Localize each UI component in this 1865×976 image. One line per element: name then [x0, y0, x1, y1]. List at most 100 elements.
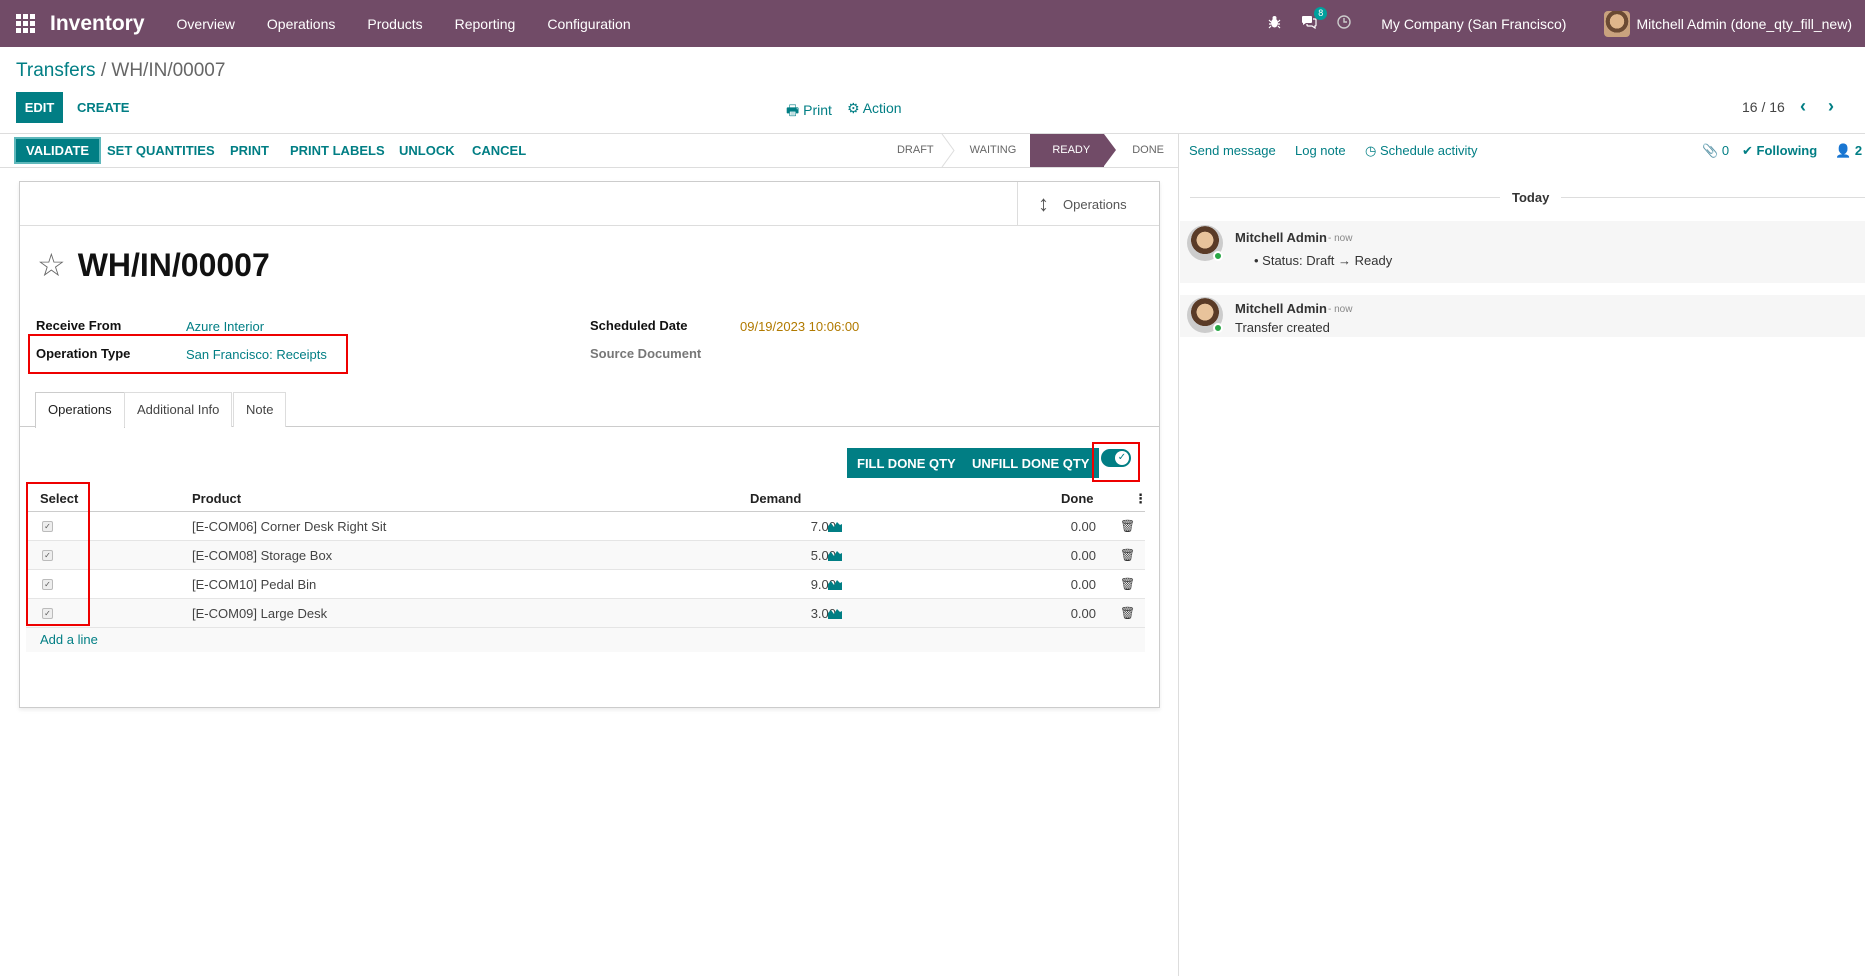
trash-icon[interactable]: 🗑	[1120, 548, 1135, 562]
fill-done-qty-button[interactable]: FILL DONE QTY	[847, 448, 966, 478]
row-demand: 3.00	[810, 606, 836, 621]
bullet: •	[1254, 253, 1263, 268]
table-row[interactable]: ✓ [E-COM10] Pedal Bin 9.00 0.00 🗑	[26, 570, 1145, 599]
stage-done-label: DONE	[1132, 144, 1164, 156]
set-quantities-button[interactable]: SET QUANTITIES	[107, 143, 215, 158]
col-demand[interactable]: Demand	[750, 491, 801, 506]
breadcrumb-transfers[interactable]: Transfers	[16, 60, 96, 81]
company-switcher[interactable]: My Company (San Francisco)	[1381, 16, 1566, 32]
messages-icon[interactable]: 8	[1301, 6, 1328, 33]
chatter-divider	[1178, 134, 1179, 976]
forecast-graph-icon[interactable]	[828, 549, 842, 561]
schedule-activity-button[interactable]: ◷ Schedule activity	[1365, 143, 1478, 159]
trash-icon[interactable]: 🗑	[1120, 606, 1135, 620]
user-icon: 👤	[1835, 143, 1852, 158]
message-body: • Status: Draft → Ready	[1254, 253, 1392, 268]
done-qty-toggle[interactable]: ✓	[1101, 449, 1131, 467]
action-menu[interactable]: ⚙ Action	[847, 100, 902, 117]
operations-table: Select Product Demand Done ⋮ ✓ [E-COM06]…	[26, 484, 1147, 652]
activity-clock-icon[interactable]	[1337, 14, 1351, 33]
app-brand[interactable]: Inventory	[50, 12, 145, 36]
online-status-dot	[1213, 323, 1223, 333]
row-done[interactable]: 0.00	[1026, 577, 1096, 592]
table-row[interactable]: ✓ [E-COM09] Large Desk 3.00 0.00 🗑	[26, 599, 1145, 628]
menu-products[interactable]: Products	[367, 16, 422, 32]
message-body: Transfer created	[1235, 320, 1330, 335]
pager-value[interactable]: 16 / 16	[1742, 99, 1785, 115]
schedule-activity-label: Schedule activity	[1379, 143, 1478, 158]
col-product[interactable]: Product	[192, 491, 241, 506]
validate-button[interactable]: VALIDATE	[14, 137, 102, 164]
chatter-message: Mitchell Admin - now Transfer created	[1180, 295, 1865, 337]
message-author[interactable]: Mitchell Admin	[1235, 230, 1327, 245]
stage-draft-label: DRAFT	[896, 144, 934, 156]
row-product: [E-COM06] Corner Desk Right Sit	[192, 519, 387, 534]
create-button[interactable]: CREATE	[77, 100, 129, 115]
record-title: WH/IN/00007	[77, 246, 270, 283]
chevron-right-icon[interactable]: ›	[1828, 96, 1834, 117]
top-navbar: Inventory Overview Operations Products R…	[0, 0, 1865, 47]
menu-overview[interactable]: Overview	[177, 16, 235, 32]
stage-draft[interactable]: DRAFT	[875, 134, 955, 167]
forecast-graph-icon[interactable]	[828, 520, 842, 532]
menu-configuration[interactable]: Configuration	[547, 16, 630, 32]
col-done[interactable]: Done	[1061, 491, 1094, 506]
row-product: [E-COM08] Storage Box	[192, 548, 333, 563]
row-done[interactable]: 0.00	[1026, 548, 1096, 563]
table-header: Select Product Demand Done ⋮	[26, 484, 1147, 512]
operation-type-label: Operation Type	[36, 346, 131, 361]
stage-ready[interactable]: READY	[1030, 134, 1117, 167]
print-menu[interactable]: 🖶 Print	[786, 100, 832, 124]
cancel-button[interactable]: CANCEL	[472, 143, 526, 158]
print-labels-button[interactable]: PRINT LABELS	[290, 143, 385, 158]
menu-reporting[interactable]: Reporting	[455, 16, 516, 32]
send-message-button[interactable]: Send message	[1189, 143, 1276, 158]
author-avatar[interactable]	[1187, 297, 1223, 333]
form-sheet: ↕ Operations ☆ WH/IN/00007 Receive From …	[19, 181, 1160, 708]
unlock-button[interactable]: UNLOCK	[399, 143, 455, 158]
message-author[interactable]: Mitchell Admin	[1235, 301, 1327, 316]
trash-icon[interactable]: 🗑	[1120, 577, 1135, 591]
print-button[interactable]: PRINT	[230, 143, 269, 158]
table-row[interactable]: ✓ [E-COM08] Storage Box 5.00 0.00 🗑	[26, 541, 1145, 570]
author-avatar[interactable]	[1187, 225, 1223, 261]
add-line-link[interactable]: Add a line	[26, 628, 1145, 652]
operations-smart-button[interactable]: ↕ Operations	[1017, 182, 1159, 226]
receive-from-field[interactable]: Azure Interior	[186, 319, 264, 334]
print-label: Print	[803, 102, 832, 118]
attachments-count: 0	[1721, 143, 1730, 158]
tab-note[interactable]: Note	[233, 392, 287, 427]
online-status-dot	[1213, 251, 1223, 261]
tab-operations[interactable]: Operations	[35, 392, 125, 428]
row-done[interactable]: 0.00	[1026, 519, 1096, 534]
row-done[interactable]: 0.00	[1026, 606, 1096, 621]
scheduled-date-label: Scheduled Date	[590, 318, 688, 333]
column-options-icon[interactable]: ⋮	[1134, 491, 1147, 507]
scheduled-date-field[interactable]: 09/19/2023 10:06:00	[740, 319, 859, 334]
arrows-vertical-icon: ↕	[1038, 191, 1049, 216]
trash-icon[interactable]: 🗑	[1120, 519, 1135, 533]
stage-done[interactable]: DONE	[1104, 134, 1178, 167]
attachments-button[interactable]: 📎 0	[1702, 143, 1729, 159]
user-menu[interactable]: Mitchell Admin (done_qty_fill_new)	[1604, 10, 1852, 37]
title-row: ☆ WH/IN/00007	[37, 246, 270, 284]
bug-icon[interactable]	[1268, 15, 1281, 33]
apps-menu-icon[interactable]	[14, 13, 36, 35]
operation-type-field[interactable]: San Francisco: Receipts	[186, 347, 327, 362]
menu-operations[interactable]: Operations	[267, 16, 335, 32]
edit-button[interactable]: EDIT	[16, 92, 63, 123]
star-icon[interactable]: ☆	[37, 246, 66, 284]
breadcrumb: Transfers / WH/IN/00007	[16, 60, 225, 82]
table-row[interactable]: ✓ [E-COM06] Corner Desk Right Sit 7.00 0…	[26, 512, 1145, 541]
forecast-graph-icon[interactable]	[828, 607, 842, 619]
stage-waiting[interactable]: WAITING	[948, 134, 1031, 167]
check-icon: ✔	[1742, 143, 1753, 158]
forecast-graph-icon[interactable]	[828, 578, 842, 590]
following-button[interactable]: ✔ Following	[1742, 143, 1817, 159]
action-label: Action	[862, 100, 902, 116]
unfill-done-qty-button[interactable]: UNFILL DONE QTY	[962, 448, 1100, 478]
chevron-left-icon[interactable]: ‹	[1800, 96, 1806, 117]
log-note-button[interactable]: Log note	[1295, 143, 1346, 158]
followers-button[interactable]: 👤 2	[1835, 143, 1862, 159]
tab-additional-info[interactable]: Additional Info	[124, 392, 233, 427]
